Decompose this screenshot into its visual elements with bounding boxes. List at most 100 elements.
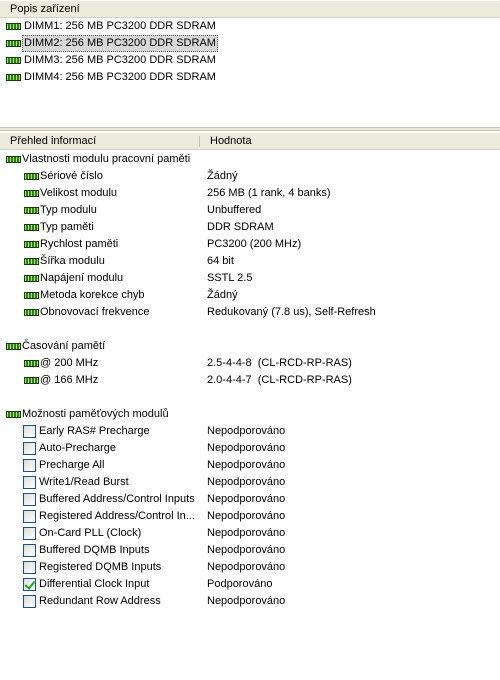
- feature-support: Nepodporováno: [207, 425, 286, 437]
- info-pane: Přehled informací Hodnota Vlastnosti mod…: [0, 131, 500, 680]
- unchecked-checkbox-icon: [23, 476, 36, 489]
- feature-support: Nepodporováno: [207, 493, 286, 505]
- device-item-dimm3[interactable]: DIMM3: 256 MB PC3200 DDR SDRAM: [0, 52, 500, 69]
- field-value: Redukovaný (7.8 us), Self-Refresh: [207, 306, 376, 318]
- device-item-dimm4[interactable]: DIMM4: 256 MB PC3200 DDR SDRAM: [0, 69, 500, 86]
- feature-row[interactable]: Buffered DQMB Inputs Nepodporováno: [0, 542, 500, 559]
- feature-row[interactable]: Early RAS# Precharge Nepodporováno: [0, 423, 500, 440]
- section-memory-timing[interactable]: Časování pamětí: [0, 338, 500, 355]
- feature-row[interactable]: Differential Clock Input Podporováno: [0, 576, 500, 593]
- device-pane: Popis zařízení DIMM1: 256 MB PC3200 DDR …: [0, 0, 500, 127]
- field-name: Typ paměti: [40, 221, 94, 233]
- memory-module-icon: [24, 275, 39, 282]
- field-value: Žádný: [207, 289, 238, 301]
- field-name: Šířka modulu: [40, 255, 105, 267]
- info-row[interactable]: @ 166 MHz 2.0-4-4-7 (CL-RCD-RP-RAS): [0, 372, 500, 389]
- feature-support: Nepodporováno: [207, 442, 286, 454]
- feature-support: Nepodporováno: [207, 527, 286, 539]
- memory-module-icon: [6, 74, 21, 81]
- info-list: Vlastnosti modulu pracovní paměti Sériov…: [0, 151, 500, 610]
- device-item-label[interactable]: DIMM2: 256 MB PC3200 DDR SDRAM: [22, 35, 218, 52]
- feature-row[interactable]: Buffered Address/Control Inputs Nepodpor…: [0, 491, 500, 508]
- feature-support: Nepodporováno: [207, 510, 286, 522]
- feature-name: Write1/Read Burst: [39, 476, 129, 488]
- unchecked-checkbox-icon: [23, 442, 36, 455]
- field-value: SSTL 2.5: [207, 272, 253, 284]
- checked-checkbox-icon: [23, 578, 36, 591]
- feature-name: Registered DQMB Inputs: [39, 561, 162, 573]
- feature-support: Nepodporováno: [207, 544, 286, 556]
- feature-row[interactable]: Auto-Precharge Nepodporováno: [0, 440, 500, 457]
- feature-row[interactable]: Registered Address/Control In... Nepodpo…: [0, 508, 500, 525]
- section-title: Možnosti paměťových modulů: [22, 408, 169, 420]
- device-item-label[interactable]: DIMM1: 256 MB PC3200 DDR SDRAM: [22, 18, 218, 35]
- info-row[interactable]: Velikost modulu 256 MB (1 rank, 4 banks): [0, 185, 500, 202]
- field-name: Rychlost paměti: [40, 238, 119, 250]
- feature-name: Differential Clock Input: [39, 578, 150, 590]
- feature-support: Podporováno: [207, 578, 273, 590]
- memory-module-icon: [6, 40, 21, 47]
- info-row[interactable]: Rychlost paměti PC3200 (200 MHz): [0, 236, 500, 253]
- section-title: Vlastnosti modulu pracovní paměti: [22, 153, 191, 165]
- unchecked-checkbox-icon: [23, 544, 36, 557]
- field-value: 64 bit: [207, 255, 234, 267]
- memory-module-icon: [24, 309, 39, 316]
- feature-support: Nepodporováno: [207, 459, 286, 471]
- unchecked-checkbox-icon: [23, 561, 36, 574]
- field-value: 256 MB (1 rank, 4 banks): [207, 187, 331, 199]
- unchecked-checkbox-icon: [23, 595, 36, 608]
- info-row[interactable]: Napájení modulu SSTL 2.5: [0, 270, 500, 287]
- value-column-header[interactable]: Hodnota: [200, 133, 500, 149]
- field-value: Unbuffered: [207, 204, 262, 216]
- feature-name: Registered Address/Control In...: [39, 510, 195, 522]
- info-row[interactable]: @ 200 MHz 2.5-4-4-8 (CL-RCD-RP-RAS): [0, 355, 500, 372]
- feature-row[interactable]: Write1/Read Burst Nepodporováno: [0, 474, 500, 491]
- field-name: @ 200 MHz: [40, 357, 99, 369]
- unchecked-checkbox-icon: [23, 425, 36, 438]
- memory-module-icon: [24, 173, 39, 180]
- info-list-header: Přehled informací Hodnota: [0, 133, 500, 150]
- field-value: 2.5-4-4-8 (CL-RCD-RP-RAS): [207, 357, 352, 369]
- field-name: Velikost modulu: [40, 187, 118, 199]
- feature-name: Redundant Row Address: [39, 595, 161, 607]
- info-row[interactable]: Typ modulu Unbuffered: [0, 202, 500, 219]
- memory-module-icon: [24, 241, 39, 248]
- feature-support: Nepodporováno: [207, 595, 286, 607]
- feature-name: On-Card PLL (Clock): [39, 527, 142, 539]
- info-row[interactable]: Obnovovací frekvence Redukovaný (7.8 us)…: [0, 304, 500, 321]
- info-row[interactable]: Sériové číslo Žádný: [0, 168, 500, 185]
- memory-module-icon: [6, 343, 21, 350]
- feature-name: Auto-Precharge: [39, 442, 117, 454]
- field-name: Napájení modulu: [40, 272, 124, 284]
- device-list-header[interactable]: Popis zařízení: [0, 1, 500, 18]
- unchecked-checkbox-icon: [23, 527, 36, 540]
- feature-row[interactable]: Registered DQMB Inputs Nepodporováno: [0, 559, 500, 576]
- unchecked-checkbox-icon: [23, 510, 36, 523]
- memory-module-icon: [24, 258, 39, 265]
- feature-row[interactable]: Redundant Row Address Nepodporováno: [0, 593, 500, 610]
- device-item-label[interactable]: DIMM4: 256 MB PC3200 DDR SDRAM: [22, 69, 218, 86]
- feature-name: Early RAS# Precharge: [39, 425, 150, 437]
- field-name: Obnovovací frekvence: [40, 306, 150, 318]
- feature-name: Precharge All: [39, 459, 105, 471]
- memory-module-icon: [6, 411, 21, 418]
- memory-module-icon: [24, 207, 39, 214]
- device-item-dimm2[interactable]: DIMM2: 256 MB PC3200 DDR SDRAM: [0, 35, 500, 52]
- feature-row[interactable]: Precharge All Nepodporováno: [0, 457, 500, 474]
- info-row[interactable]: Metoda korekce chyb Žádný: [0, 287, 500, 304]
- field-name: Metoda korekce chyb: [40, 289, 145, 301]
- memory-module-icon: [6, 23, 21, 30]
- info-row[interactable]: Typ paměti DDR SDRAM: [0, 219, 500, 236]
- feature-row[interactable]: On-Card PLL (Clock) Nepodporováno: [0, 525, 500, 542]
- device-column-header[interactable]: Popis zařízení: [0, 1, 500, 17]
- memory-module-icon: [6, 57, 21, 64]
- section-module-features[interactable]: Možnosti paměťových modulů: [0, 406, 500, 423]
- unchecked-checkbox-icon: [23, 493, 36, 506]
- field-value: PC3200 (200 MHz): [207, 238, 302, 250]
- field-column-header[interactable]: Přehled informací: [0, 133, 199, 149]
- device-item-dimm1[interactable]: DIMM1: 256 MB PC3200 DDR SDRAM: [0, 18, 500, 35]
- info-row[interactable]: Šířka modulu 64 bit: [0, 253, 500, 270]
- device-item-label[interactable]: DIMM3: 256 MB PC3200 DDR SDRAM: [22, 52, 218, 69]
- memory-module-icon: [24, 190, 39, 197]
- section-module-properties[interactable]: Vlastnosti modulu pracovní paměti: [0, 151, 500, 168]
